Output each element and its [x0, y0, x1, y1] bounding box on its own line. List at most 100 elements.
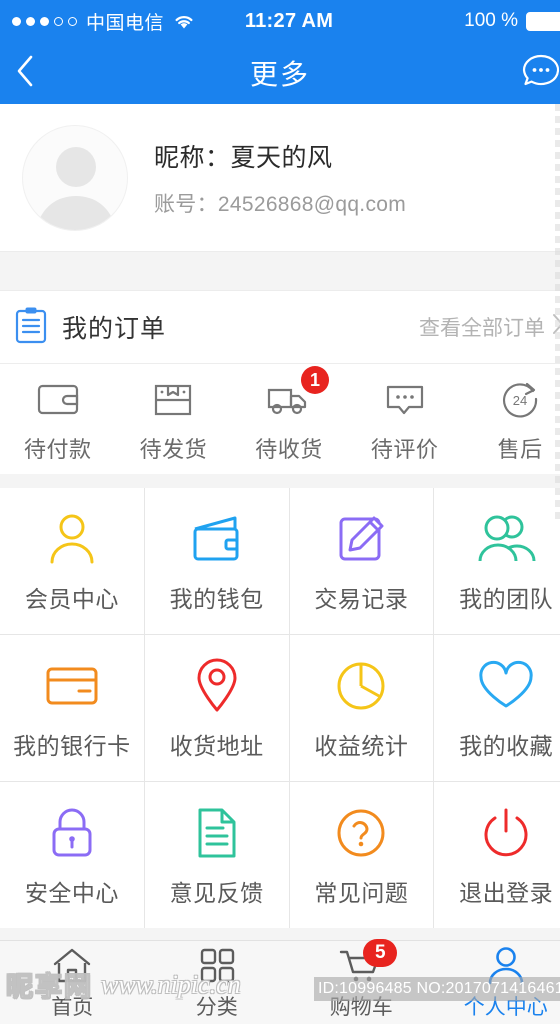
order-status-after-sales[interactable]: 24 售后: [462, 364, 560, 474]
order-status-label: 待付款: [24, 437, 92, 462]
pie-chart-icon: [333, 655, 389, 717]
feature-grid: 会员中心 我的钱包 交易记录 我的团队 我的银行卡 收货地址 收益统计 我的收藏…: [0, 488, 560, 928]
svg-text:24: 24: [513, 393, 527, 408]
order-status-pending-shipment[interactable]: 待发货: [116, 364, 232, 474]
order-status-row: 待付款 待发货 1 待收货 待评价 24 售后: [0, 364, 560, 474]
grid-item-my-bank-card[interactable]: 我的银行卡: [0, 635, 144, 781]
section-gap: [0, 252, 560, 290]
grid-item-my-team[interactable]: 我的团队: [434, 488, 560, 634]
service-24h-icon: 24: [497, 374, 543, 420]
order-status-pending-review[interactable]: 待评价: [347, 364, 463, 474]
chevron-left-icon: [14, 54, 36, 93]
grid-item-feedback[interactable]: 意见反馈: [144, 782, 289, 928]
grid-item-label: 会员中心: [24, 586, 119, 612]
package-box-icon: [151, 374, 195, 420]
grid-item-label: 我的收藏: [459, 733, 554, 759]
orders-header[interactable]: 我的订单 查看全部订单: [0, 290, 560, 364]
tab-personal-center[interactable]: 个人中心: [434, 941, 560, 1024]
credit-card-icon: [43, 655, 101, 717]
grid-item-label: 交易记录: [314, 586, 409, 612]
home-icon: [50, 945, 94, 985]
order-status-label: 售后: [497, 437, 543, 462]
carrier-label: 中国电信: [86, 12, 165, 34]
default-avatar-icon: [36, 146, 116, 230]
grid-item-shipping-address[interactable]: 收货地址: [144, 635, 289, 781]
tab-label: 购物车: [329, 995, 393, 1019]
view-all-orders-button[interactable]: 查看全部订单: [419, 312, 560, 342]
order-status-pending-receipt[interactable]: 1 待收货: [231, 364, 347, 474]
order-status-label: 待收货: [255, 437, 323, 462]
lock-icon: [46, 802, 98, 864]
clipboard-icon: [14, 306, 48, 349]
grid-item-label: 常见问题: [314, 880, 409, 906]
tab-categories[interactable]: 分类: [145, 941, 290, 1024]
phone-screen: 中国电信 11:27 AM 100 % 更多 昵称：夏天的风 账号：245268…: [0, 0, 560, 1024]
nav-bar: 更多: [0, 42, 560, 104]
user-outline-icon: [46, 508, 98, 570]
back-button[interactable]: [14, 51, 58, 95]
grid-item-label: 退出登录: [459, 880, 554, 906]
status-bar-left: 中国电信: [12, 8, 195, 35]
chevron-right-icon: [551, 313, 560, 341]
grid-item-my-favorites[interactable]: 我的收藏: [434, 635, 560, 781]
page-title: 更多: [249, 59, 310, 90]
wifi-icon: [173, 13, 195, 30]
feature-grid-section: 会员中心 我的钱包 交易记录 我的团队 我的银行卡 收货地址 收益统计 我的收藏…: [0, 474, 560, 928]
map-pin-icon: [194, 655, 240, 717]
signal-strength-icon: [12, 16, 77, 26]
profile-text: 昵称：夏天的风 账号：24526868@qq.com: [154, 138, 406, 218]
order-status-label: 待发货: [139, 437, 208, 462]
battery-full-icon: [526, 11, 560, 31]
orders-section: 我的订单 查看全部订单 待付款 待发货 1 待收货 待评价 24 售后: [0, 290, 560, 474]
power-off-icon: [479, 802, 533, 864]
screen-canvas: 中国电信 11:27 AM 100 % 更多 昵称：夏天的风 账号：245268…: [0, 0, 560, 1024]
bottom-tab-bar: 首页 分类 5 购物车 个人中心: [0, 938, 560, 1024]
grid-squares-icon: [197, 945, 237, 985]
grid-item-faq[interactable]: 常见问题: [289, 782, 434, 928]
wallet-icon: [189, 508, 245, 570]
grid-item-label: 收货地址: [169, 733, 264, 759]
shopping-cart-icon: 5: [337, 938, 398, 985]
order-status-label: 待评价: [370, 437, 439, 462]
question-circle-icon: [333, 802, 389, 864]
grid-item-label: 意见反馈: [169, 880, 264, 906]
grid-item-label: 安全中心: [24, 880, 119, 906]
status-bar-right: 100 %: [464, 10, 560, 32]
tab-label: 个人中心: [463, 995, 548, 1019]
profile-card[interactable]: 昵称：夏天的风 账号：24526868@qq.com: [0, 104, 560, 252]
grid-item-label: 我的钱包: [169, 586, 264, 612]
grid-item-logout[interactable]: 退出登录: [434, 782, 560, 928]
grid-item-earnings-statistics[interactable]: 收益统计: [289, 635, 434, 781]
cart-badge-count: 5: [363, 938, 398, 967]
view-all-orders-label: 查看全部订单: [419, 317, 545, 340]
grid-item-label: 我的团队: [459, 586, 554, 612]
order-status-pending-payment[interactable]: 待付款: [0, 364, 116, 474]
grid-item-member-center[interactable]: 会员中心: [0, 488, 144, 634]
status-bar: 中国电信 11:27 AM 100 %: [0, 0, 560, 42]
chat-bubble-icon: [520, 51, 560, 96]
grid-item-label: 我的银行卡: [13, 733, 131, 759]
tab-label: 分类: [195, 995, 238, 1019]
grid-item-transaction-records[interactable]: 交易记录: [289, 488, 434, 634]
avatar[interactable]: [22, 124, 128, 231]
grid-item-label: 收益统计: [314, 733, 409, 759]
order-badge-count: 1: [300, 366, 329, 394]
tab-shopping-cart[interactable]: 5 购物车: [289, 938, 434, 1024]
tab-label: 首页: [51, 995, 94, 1019]
team-people-icon: [476, 508, 536, 570]
wallet-outline-icon: [35, 374, 81, 420]
edit-pencil-icon: [334, 508, 388, 570]
nickname-label: 昵称：夏天的风: [154, 143, 333, 172]
orders-title: 我的订单: [62, 315, 167, 343]
battery-percent-label: 100 %: [464, 10, 518, 31]
account-label: 账号：24526868@qq.com: [154, 192, 407, 216]
grid-item-security-center[interactable]: 安全中心: [0, 782, 144, 928]
message-button[interactable]: [518, 51, 560, 95]
tab-home[interactable]: 首页: [0, 941, 145, 1024]
comment-dots-icon: [382, 374, 428, 420]
heart-icon: [476, 655, 536, 717]
document-lines-icon: [193, 802, 241, 864]
person-icon: [485, 945, 527, 985]
grid-item-my-wallet[interactable]: 我的钱包: [144, 488, 289, 634]
delivery-truck-icon: 1: [265, 366, 329, 420]
